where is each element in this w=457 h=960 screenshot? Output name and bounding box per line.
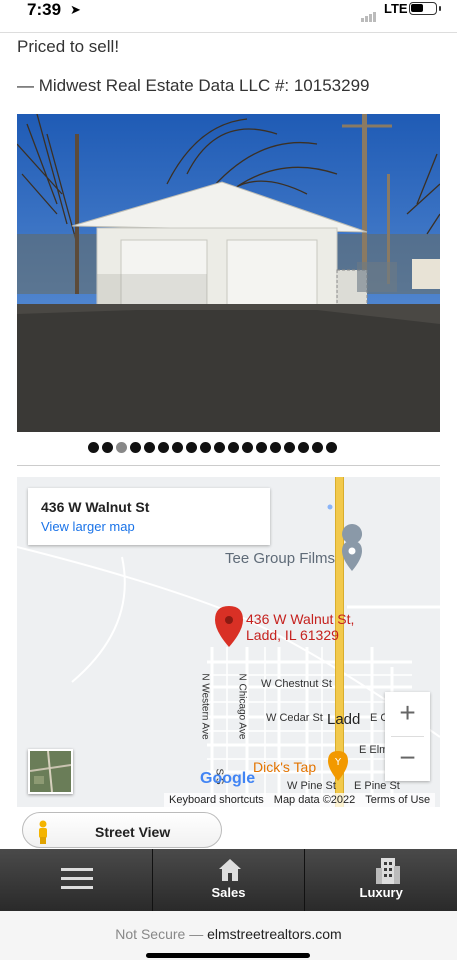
map-data-text: Map data ©2022 [268, 793, 361, 807]
zoom-in-button[interactable]: + [385, 692, 430, 736]
gallery-dot[interactable] [326, 442, 337, 453]
map-address-card: 436 W Walnut St View larger map [28, 488, 270, 545]
gallery-dot[interactable] [214, 442, 225, 453]
pin-label-line1: 436 W Walnut St, [246, 611, 355, 627]
street-n-chicago: N Chicago Ave [236, 673, 248, 740]
poi-tee-group-films[interactable]: Tee Group Films [225, 550, 335, 567]
gallery-dot[interactable] [228, 442, 239, 453]
town-label: Ladd [327, 711, 361, 728]
listing-attribution: — Midwest Real Estate Data LLC #: 101532… [17, 76, 370, 95]
zoom-out-button[interactable]: − [385, 737, 430, 781]
gallery-dot[interactable] [298, 442, 309, 453]
battery-icon [409, 2, 441, 15]
gallery-dot[interactable] [256, 442, 267, 453]
pegman-icon [39, 820, 47, 844]
house-icon [218, 859, 241, 881]
gallery-dot[interactable] [284, 442, 295, 453]
location-arrow-icon: ➤ [70, 2, 81, 17]
gallery-dot[interactable] [116, 442, 127, 453]
map-card-address: 436 W Walnut St [41, 499, 150, 515]
view-larger-map-link[interactable]: View larger map [41, 519, 135, 534]
street-w-cedar: W Cedar St [266, 712, 323, 724]
google-logo: Google [200, 770, 256, 787]
gallery-dot[interactable] [312, 442, 323, 453]
url-domain: elmstreetrealtors.com [207, 926, 342, 942]
nav-luxury-label: Luxury [359, 885, 403, 900]
gallery-dot[interactable] [172, 442, 183, 453]
nav-luxury[interactable]: Luxury [305, 849, 457, 911]
street-w-chestnut: W Chestnut St [261, 678, 332, 690]
section-divider [17, 465, 440, 466]
svg-text:Y: Y [334, 757, 342, 768]
gallery-dots[interactable] [88, 442, 337, 453]
keyboard-shortcuts-link[interactable]: Keyboard shortcuts [164, 793, 269, 807]
street-e-elm: E Elm [359, 744, 389, 756]
status-time: 7:39 [27, 0, 62, 19]
street-e-pine: E Pine St [354, 780, 400, 792]
street-w-pine: W Pine St [287, 780, 336, 792]
gallery-dot[interactable] [186, 442, 197, 453]
poi-dicks-tap[interactable]: Dick's Tap [253, 759, 316, 775]
gallery-dot[interactable] [88, 442, 99, 453]
network-type: LTE [384, 1, 408, 16]
nav-menu[interactable] [0, 849, 153, 911]
gallery-dot[interactable] [130, 442, 141, 453]
map-embed[interactable]: Y 436 W Walnut St View larger map Tee Gr… [17, 477, 440, 807]
building-icon [376, 858, 401, 884]
gallery-dot[interactable] [270, 442, 281, 453]
security-status: Not Secure — [115, 926, 204, 942]
map-footer: Keyboard shortcuts Map data ©2022 Terms … [164, 793, 436, 807]
listing-description-tail: Priced to sell! [17, 37, 120, 56]
gallery-dot[interactable] [144, 442, 155, 453]
street-view-button[interactable]: Street View [22, 812, 222, 848]
bottom-nav: Sales Luxury [0, 849, 457, 911]
zoom-controls: + − [385, 692, 430, 781]
gallery-dot[interactable] [200, 442, 211, 453]
listing-photo[interactable] [17, 114, 440, 432]
gallery-dot[interactable] [242, 442, 253, 453]
home-indicator[interactable] [146, 953, 310, 958]
terms-of-use-link[interactable]: Terms of Use [360, 793, 436, 807]
pin-label-line2: Ladd, IL 61329 [246, 627, 339, 643]
gallery-dot[interactable] [102, 442, 113, 453]
gallery-dot[interactable] [158, 442, 169, 453]
pin-label: 436 W Walnut St, Ladd, IL 61329 [246, 611, 354, 643]
nav-sales-label: Sales [211, 885, 246, 900]
satellite-toggle[interactable] [28, 749, 73, 794]
street-n-western: N Western Ave [199, 673, 211, 740]
status-bar: 7:39 ➤ LTE [0, 0, 457, 33]
nav-sales[interactable]: Sales [153, 849, 306, 911]
street-view-label: Street View [95, 824, 171, 840]
signal-icon [361, 4, 377, 22]
hamburger-icon [61, 868, 93, 889]
status-divider [0, 32, 457, 33]
